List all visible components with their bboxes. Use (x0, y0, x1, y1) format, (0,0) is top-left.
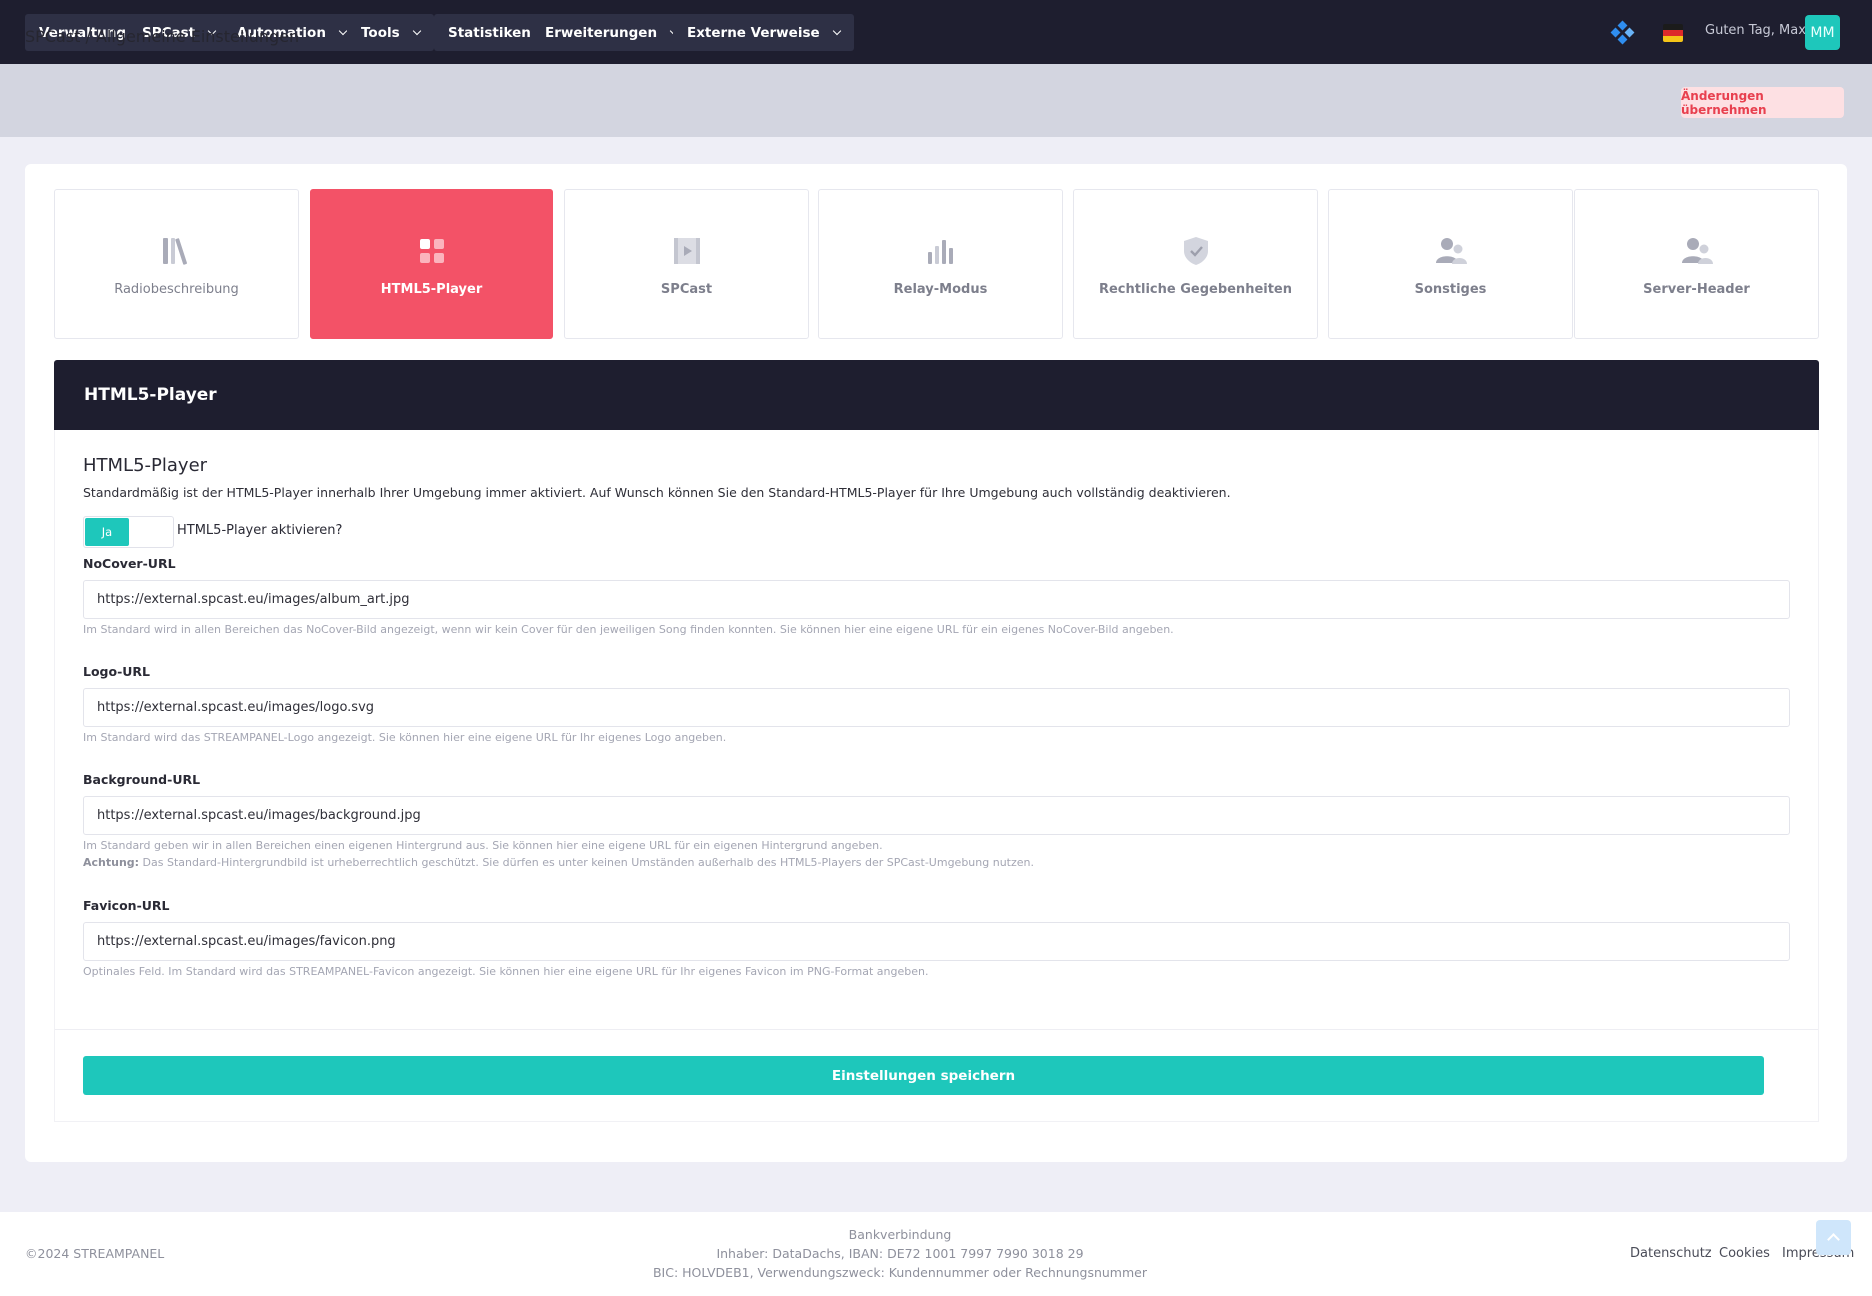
section-description: Standardmäßig ist der HTML5-Player inner… (83, 485, 1231, 500)
chevron-down-icon (412, 26, 421, 35)
scroll-to-top-button[interactable] (1816, 1220, 1851, 1255)
nav-tools[interactable]: Tools (347, 14, 434, 51)
bank-line-2: BIC: HOLVDEB1, Verwendungszweck: Kundenn… (652, 1265, 1147, 1280)
nav-erweiterungen[interactable]: Erweiterungen (531, 14, 692, 51)
page-header (0, 64, 1872, 137)
tab-rechtliche-gegebenheiten[interactable]: Rechtliche Gegebenheiten (1073, 189, 1318, 339)
copyright: ©2024 STREAMPANEL (25, 1246, 165, 1261)
logo-url-input[interactable] (83, 688, 1790, 727)
breadcrumb: SPCast / Allgemeine Einstellungen (25, 27, 300, 46)
tab-label: Sonstiges (1414, 282, 1487, 297)
nav-label: Statistiken (448, 24, 531, 41)
nav-label: Tools (361, 24, 400, 41)
tab-sonstiges[interactable]: Sonstiges (1328, 189, 1573, 339)
bank-line-1: Inhaber: DataDachs, IBAN: DE72 1001 7997… (716, 1246, 1084, 1261)
tab-label: Radiobeschreibung (114, 282, 239, 297)
nav-externe-verweise[interactable]: Externe Verweise (673, 14, 854, 51)
favicon-url-label: Favicon-URL (83, 898, 170, 913)
toggle-label: HTML5-Player aktivieren? (177, 523, 343, 538)
video-icon (673, 238, 700, 264)
users-icon (1435, 238, 1467, 264)
users-icon (1681, 238, 1713, 264)
tab-server-header[interactable]: Server-Header (1574, 189, 1819, 339)
section-header: HTML5-Player (54, 360, 1819, 430)
tab-radiobeschreibung[interactable]: Radiobeschreibung (54, 189, 299, 339)
section-title: HTML5-Player (83, 455, 208, 476)
tab-spcast[interactable]: SPCast (564, 189, 809, 339)
chevron-down-icon (338, 26, 348, 35)
divider (55, 1029, 1818, 1030)
avatar[interactable]: MM (1805, 15, 1840, 50)
tab-relay-modus[interactable]: Relay-Modus (818, 189, 1063, 339)
shield-check-icon (1183, 237, 1208, 265)
grid-icon (419, 239, 444, 263)
tab-label: Server-Header (1643, 282, 1750, 297)
bank-title: Bankverbindung (848, 1227, 952, 1242)
tab-label: Relay-Modus (893, 282, 988, 297)
favicon-url-help: Optinales Feld. Im Standard wird das STR… (83, 965, 929, 978)
apps-icon[interactable] (1610, 20, 1635, 45)
nav-label: Erweiterungen (545, 24, 658, 41)
toggle-on-label: Ja (85, 518, 129, 546)
nav-label: Externe Verweise (687, 24, 820, 41)
logo-url-label: Logo-URL (83, 664, 151, 679)
background-url-help: Im Standard geben wir in allen Bereichen… (83, 839, 883, 852)
tab-html5-player[interactable]: HTML5-Player (310, 189, 553, 339)
chevron-down-icon (832, 26, 841, 35)
footer-link-datenschutz[interactable]: Datenschutz (1630, 1246, 1712, 1261)
background-url-input[interactable] (83, 796, 1790, 835)
html5-player-toggle[interactable]: Ja (83, 516, 174, 548)
save-settings-button[interactable]: Einstellungen speichern (83, 1056, 1764, 1095)
warning-text: Das Standard-Hintergrundbild ist urheber… (139, 856, 1034, 869)
bar-chart-icon (927, 240, 953, 264)
language-flag-icon[interactable] (1663, 24, 1683, 42)
nocover-url-help: Im Standard wird in allen Bereichen das … (83, 623, 1174, 636)
footer-link-cookies[interactable]: Cookies (1719, 1246, 1770, 1261)
user-greeting: Guten Tag, Max (1705, 23, 1806, 38)
nocover-url-label: NoCover-URL (83, 556, 176, 571)
warning-label: Achtung: (83, 856, 140, 869)
tab-label: Rechtliche Gegebenheiten (1098, 282, 1293, 297)
tab-label: HTML5-Player (380, 282, 483, 297)
background-url-label: Background-URL (83, 772, 201, 787)
tab-label: SPCast (660, 282, 713, 297)
apply-changes-button[interactable]: Änderungen übernehmen (1681, 87, 1844, 118)
chevron-up-icon (1827, 1233, 1840, 1246)
background-url-warning: Achtung: Das Standard-Hintergrundbild is… (83, 856, 1034, 869)
nav-statistiken[interactable]: Statistiken (434, 14, 545, 51)
nocover-url-input[interactable] (83, 580, 1790, 619)
library-icon (162, 238, 187, 265)
favicon-url-input[interactable] (83, 922, 1790, 961)
logo-url-help: Im Standard wird das STREAMPANEL-Logo an… (83, 731, 727, 744)
